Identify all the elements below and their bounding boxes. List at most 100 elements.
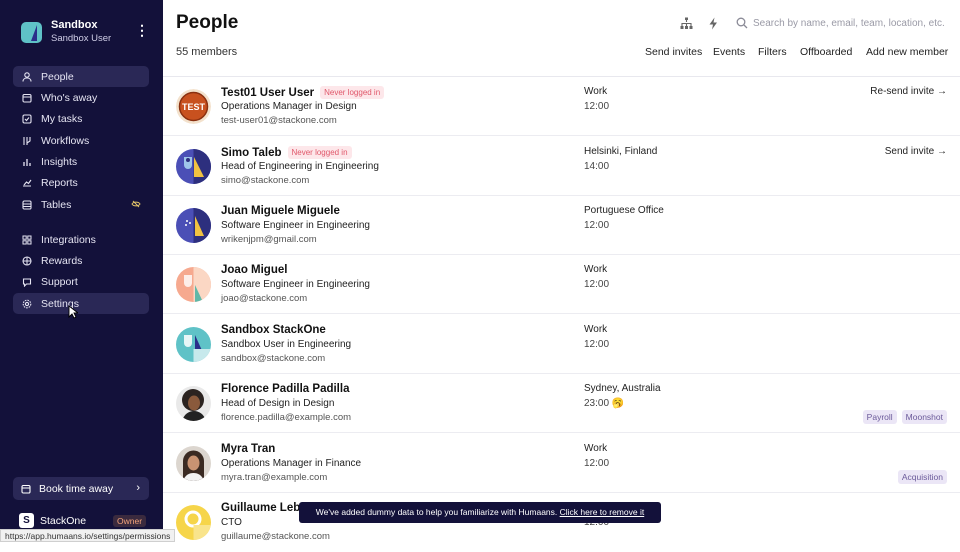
role-badge: Owner bbox=[113, 515, 147, 527]
person-local-time: 12:00 bbox=[584, 339, 610, 350]
avatar bbox=[176, 446, 211, 481]
table-row[interactable]: Simo Taleb Never logged in Head of Engine… bbox=[163, 137, 960, 196]
person-name[interactable]: Joao Miguel bbox=[221, 264, 287, 276]
sidebar-item-label: Tables bbox=[41, 198, 72, 211]
lightning-icon[interactable] bbox=[707, 17, 720, 30]
sidebar-item-integrations[interactable]: Integrations bbox=[13, 229, 149, 250]
organization-switcher[interactable]: S StackOne bbox=[19, 513, 86, 528]
more-options-icon[interactable]: ⋮ bbox=[135, 22, 149, 38]
person-local-time: 14:00 bbox=[584, 161, 610, 172]
person-local-time: 12:00 bbox=[584, 220, 610, 231]
person-name[interactable]: Test01 User User bbox=[221, 87, 314, 99]
book-time-away-label: Book time away bbox=[39, 482, 114, 495]
eye-off-icon[interactable] bbox=[131, 199, 141, 209]
workspace-name: Sandbox bbox=[51, 19, 98, 31]
person-name[interactable]: Guillaume Lebe bbox=[221, 502, 307, 514]
gear-icon bbox=[13, 299, 41, 309]
table-row[interactable]: Sandbox StackOne Sandbox User in Enginee… bbox=[163, 315, 960, 374]
person-role: CTO bbox=[221, 517, 242, 528]
org-chart-icon[interactable] bbox=[680, 17, 693, 30]
calendar-icon bbox=[13, 93, 41, 103]
team-tag[interactable]: Acquisition bbox=[897, 470, 947, 484]
table-row[interactable]: TEST Test01 User User Never logged in Ope… bbox=[163, 77, 960, 136]
events-button[interactable]: Events bbox=[713, 46, 745, 58]
person-email: simo@stackone.com bbox=[221, 175, 310, 186]
member-count: 55 members bbox=[176, 46, 238, 58]
sidebar-item-workflows[interactable]: Workflows bbox=[13, 130, 149, 151]
person-name[interactable]: Myra Tran bbox=[221, 443, 275, 455]
sidebar-item-reports[interactable]: Reports bbox=[13, 172, 149, 193]
avatar bbox=[176, 505, 211, 540]
table-row[interactable]: Juan Miguele Miguele Software Engineer i… bbox=[163, 196, 960, 255]
table-icon bbox=[13, 199, 41, 210]
person-local-time: 12:00 bbox=[584, 279, 610, 290]
table-row[interactable]: Joao Miguel Software Engineer in Enginee… bbox=[163, 255, 960, 314]
sidebar-item-label: Insights bbox=[41, 155, 78, 168]
person-location: Helsinki, Finland bbox=[584, 146, 658, 157]
person-role: Software Engineer in Engineering bbox=[221, 279, 370, 290]
resend-invite-link[interactable]: Re-send invite → bbox=[870, 86, 947, 97]
filters-button[interactable]: Filters bbox=[758, 46, 787, 58]
remove-dummy-data-link[interactable]: Click here to remove it bbox=[560, 507, 645, 517]
bar-chart-icon bbox=[13, 157, 41, 167]
svg-text:TEST: TEST bbox=[182, 102, 206, 112]
integrations-icon bbox=[13, 235, 41, 245]
person-role: Operations Manager in Design bbox=[221, 101, 357, 112]
avatar: TEST bbox=[176, 89, 211, 124]
sidebar-item-label: Who's away bbox=[41, 91, 98, 104]
person-email: myra.tran@example.com bbox=[221, 472, 328, 483]
sidebar-item-label: Workflows bbox=[41, 134, 90, 147]
workspace-subtitle: Sandbox User bbox=[51, 33, 112, 44]
person-location: Work bbox=[584, 264, 608, 275]
organization-logo: S bbox=[19, 513, 34, 528]
mouse-cursor-icon bbox=[68, 305, 78, 319]
person-role: Sandbox User in Engineering bbox=[221, 339, 352, 350]
send-invite-link[interactable]: Send invite → bbox=[885, 146, 947, 157]
chat-icon bbox=[13, 277, 41, 287]
person-local-time: 12:00 bbox=[584, 458, 610, 469]
sidebar-item-support[interactable]: Support bbox=[13, 271, 149, 292]
sidebar-item-insights[interactable]: Insights bbox=[13, 151, 149, 172]
person-name[interactable]: Juan Miguele Miguele bbox=[221, 205, 340, 217]
person-role: Head of Design in Design bbox=[221, 398, 335, 409]
sidebar-item-label: Reports bbox=[41, 176, 78, 189]
avatar bbox=[176, 327, 211, 362]
workspace-switcher[interactable]: Sandbox Sandbox User bbox=[21, 19, 111, 45]
sidebar-item-rewards[interactable]: Rewards bbox=[13, 250, 149, 271]
sidebar-item-tables[interactable]: Tables bbox=[13, 194, 149, 215]
person-name[interactable]: Simo Taleb bbox=[221, 147, 282, 159]
search-box[interactable]: Search by name, email, team, location, e… bbox=[736, 17, 945, 29]
person-role: Operations Manager in Finance bbox=[221, 458, 362, 469]
person-email: florence.padilla@example.com bbox=[221, 412, 352, 423]
report-icon bbox=[13, 178, 41, 188]
toast-text: We've added dummy data to help you famil… bbox=[315, 507, 558, 517]
search-icon bbox=[736, 17, 748, 29]
sidebar-item-settings[interactable]: Settings bbox=[13, 293, 149, 314]
table-row[interactable]: Myra Tran Operations Manager in Finance … bbox=[163, 434, 960, 493]
never-logged-in-badge: Never logged in bbox=[287, 146, 352, 159]
avatar bbox=[176, 267, 211, 302]
calendar-icon bbox=[13, 484, 39, 494]
team-tag[interactable]: Payroll bbox=[862, 410, 897, 424]
workflow-icon bbox=[13, 136, 41, 146]
sidebar-item-label: Rewards bbox=[41, 254, 83, 267]
main-content: People 55 members Search by name, email,… bbox=[163, 0, 960, 542]
organization-name: StackOne bbox=[40, 514, 87, 527]
search-input[interactable]: Search by name, email, team, location, e… bbox=[753, 18, 945, 29]
sidebar-item-people[interactable]: People bbox=[13, 66, 149, 87]
book-time-away-button[interactable]: Book time away › bbox=[13, 477, 149, 500]
table-row[interactable]: Florence Padilla Padilla Head of Design … bbox=[163, 374, 960, 433]
sidebar-item-my-tasks[interactable]: My tasks bbox=[13, 108, 149, 129]
person-location: Work bbox=[584, 324, 608, 335]
person-local-time: 23:00 🥱 bbox=[584, 398, 625, 409]
person-name[interactable]: Sandbox StackOne bbox=[221, 324, 326, 336]
person-role: Software Engineer in Engineering bbox=[221, 220, 370, 231]
sidebar-item-label: Support bbox=[41, 275, 78, 288]
sidebar: Sandbox Sandbox User ⋮ People Who's away… bbox=[0, 0, 163, 542]
sidebar-item-whos-away[interactable]: Who's away bbox=[13, 87, 149, 108]
add-new-member-button[interactable]: Add new member bbox=[866, 46, 948, 58]
offboarded-button[interactable]: Offboarded bbox=[800, 46, 852, 58]
person-name[interactable]: Florence Padilla Padilla bbox=[221, 383, 349, 395]
team-tag[interactable]: Moonshot bbox=[901, 410, 947, 424]
send-invites-button[interactable]: Send invites bbox=[645, 46, 702, 58]
